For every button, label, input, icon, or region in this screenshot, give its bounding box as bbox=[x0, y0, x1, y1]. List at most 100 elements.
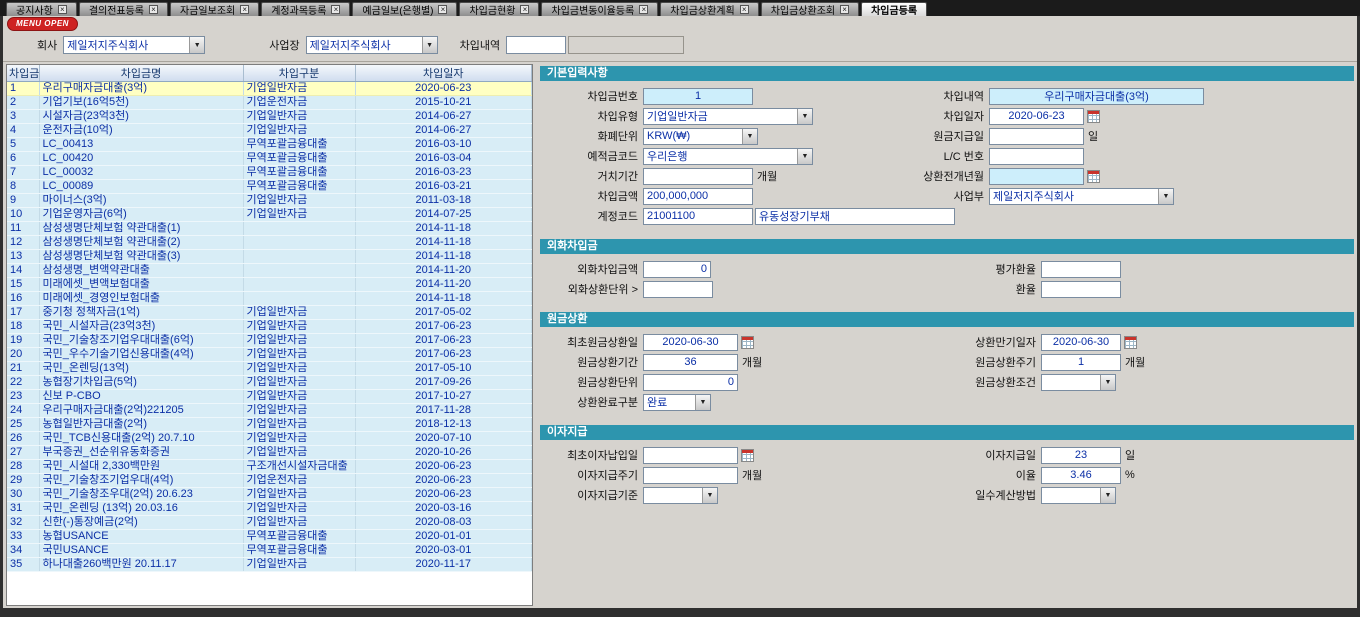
tab-자금일보조회[interactable]: 자금일보조회 × bbox=[170, 2, 259, 16]
loan-desc-code-input[interactable] bbox=[506, 36, 566, 54]
division-select[interactable]: 제일저지주식회사 ▼ bbox=[989, 188, 1174, 205]
table-row[interactable]: 34국민USANCE무역포괄금융대출2020-03-01 bbox=[7, 544, 532, 558]
tab-공지사항[interactable]: 공지사항× bbox=[6, 2, 77, 16]
account-name-field[interactable] bbox=[755, 208, 955, 225]
calendar-icon[interactable] bbox=[741, 336, 754, 349]
table-row[interactable]: 10기업운영자금(6억)기업일반자금2014-07-25 bbox=[7, 208, 532, 222]
currency-select[interactable]: KRW(₩) ▼ bbox=[643, 128, 758, 145]
tab-label: 자금일보조회 bbox=[180, 2, 235, 17]
fx-unit-input[interactable] bbox=[643, 281, 713, 298]
tab-결의전표등록[interactable]: 결의전표등록× bbox=[79, 2, 168, 16]
table-row[interactable]: 28국민_시설대 2,330백만원구조개선시설자금대출2020-06-23 bbox=[7, 460, 532, 474]
table-row[interactable]: 31국민_온렌딩 (13억) 20.03.16기업일반자금2020-03-16 bbox=[7, 502, 532, 516]
tab-close-icon[interactable]: × bbox=[149, 5, 158, 14]
repay-cycle-input[interactable] bbox=[1041, 354, 1121, 371]
table-row[interactable]: 30국민_기술창조우대(2억) 20.6.23기업일반자금2020-06-23 bbox=[7, 488, 532, 502]
repay-period-input[interactable] bbox=[643, 354, 738, 371]
tab-예금일보(은행별)[interactable]: 예금일보(은행별)× bbox=[352, 2, 457, 16]
eval-rate-input[interactable] bbox=[1041, 261, 1121, 278]
table-row[interactable]: 29국민_기술창조기업우대(4억)기업운전자금2020-06-23 bbox=[7, 474, 532, 488]
loan-date-input[interactable] bbox=[989, 108, 1084, 125]
table-row[interactable]: 1우리구매자금대출(3억)기업일반자금2020-06-23 bbox=[7, 82, 532, 96]
interest-basis-select[interactable]: ▼ bbox=[643, 487, 718, 504]
tab-close-icon[interactable]: × bbox=[331, 5, 340, 14]
table-row[interactable]: 25농협일반자금대출(2억)기업일반자금2018-12-13 bbox=[7, 418, 532, 432]
day-calc-method-select[interactable]: ▼ bbox=[1041, 487, 1116, 504]
tab-close-icon[interactable]: × bbox=[240, 5, 249, 14]
table-row[interactable]: 2기업기보(16억5천)기업운전자금2015-10-21 bbox=[7, 96, 532, 110]
tab-차입금현황[interactable]: 차입금현황× bbox=[459, 2, 539, 16]
tab-close-icon[interactable]: × bbox=[639, 5, 648, 14]
interest-rate-input[interactable] bbox=[1041, 467, 1121, 484]
calendar-icon[interactable] bbox=[741, 449, 754, 462]
site-select[interactable]: 제일저지주식회사 ▼ bbox=[306, 36, 438, 54]
table-row[interactable]: 9마이너스(3억)기업일반자금2011-03-18 bbox=[7, 194, 532, 208]
interest-pay-day-input[interactable] bbox=[1041, 447, 1121, 464]
pre-repay-ym-input[interactable] bbox=[989, 168, 1084, 185]
table-row[interactable]: 26국민_TCB신용대출(2억) 20.7.10기업일반자금2020-07-10 bbox=[7, 432, 532, 446]
table-row[interactable]: 24우리구매자금대출(2억)221205기업일반자금2017-11-28 bbox=[7, 404, 532, 418]
table-row[interactable]: 23신보 P-CBO기업일반자금2017-10-27 bbox=[7, 390, 532, 404]
table-row[interactable]: 19국민_기술창조기업우대대출(6억)기업일반자금2017-06-23 bbox=[7, 334, 532, 348]
table-row[interactable]: 15미래에셋_변액보험대출2014-11-20 bbox=[7, 278, 532, 292]
cell-date: 2017-05-02 bbox=[355, 306, 532, 320]
tab-차입금상환계획[interactable]: 차입금상환계획× bbox=[660, 2, 758, 16]
table-row[interactable]: 22농협장기차입금(5억)기업일반자금2017-09-26 bbox=[7, 376, 532, 390]
loan-no-input[interactable] bbox=[643, 88, 753, 105]
first-repay-date-input[interactable] bbox=[643, 334, 738, 351]
repay-condition-select[interactable]: ▼ bbox=[1041, 374, 1116, 391]
table-row[interactable]: 21국민_온렌딩(13억)기업일반자금2017-05-10 bbox=[7, 362, 532, 376]
table-row[interactable]: 35하나대출260백만원 20.11.17기업일반자금2020-11-17 bbox=[7, 558, 532, 572]
lc-no-input[interactable] bbox=[989, 148, 1084, 165]
repay-unit-input[interactable] bbox=[643, 374, 738, 391]
fx-amount-input[interactable] bbox=[643, 261, 711, 278]
loan-type-select[interactable]: 기업일반자금 ▼ bbox=[643, 108, 813, 125]
tab-차입금등록[interactable]: 차입금등록 bbox=[861, 2, 927, 16]
table-row[interactable]: 17중기청 정책자금(1억)기업일반자금2017-05-02 bbox=[7, 306, 532, 320]
loan-amount-input[interactable] bbox=[643, 188, 753, 205]
principal-pay-day-input[interactable] bbox=[989, 128, 1084, 145]
loan-desc-input[interactable] bbox=[989, 88, 1204, 105]
table-row[interactable]: 32신한(-)통장예금(2억)기업일반자금2020-08-03 bbox=[7, 516, 532, 530]
table-row[interactable]: 6LC_00420무역포괄금융대출2016-03-04 bbox=[7, 152, 532, 166]
table-row[interactable]: 5LC_00413무역포괄금융대출2016-03-10 bbox=[7, 138, 532, 152]
grace-period-input[interactable] bbox=[643, 168, 753, 185]
exchange-rate-label: 환율 bbox=[916, 281, 1036, 297]
tab-차입금변동이율등록[interactable]: 차입금변동이율등록× bbox=[541, 2, 658, 16]
maturity-date-input[interactable] bbox=[1041, 334, 1121, 351]
cell-type: 무역포괄금융대출 bbox=[243, 152, 355, 166]
table-row[interactable]: 4운전자금(10억)기업일반자금2014-06-27 bbox=[7, 124, 532, 138]
table-row[interactable]: 14삼성생명_변액약관대출2014-11-20 bbox=[7, 264, 532, 278]
tab-close-icon[interactable]: × bbox=[520, 5, 529, 14]
table-row[interactable]: 16미래에셋_경영인보험대출2014-11-18 bbox=[7, 292, 532, 306]
account-code-label: 계정코드 bbox=[540, 208, 638, 224]
tab-label: 차입금등록 bbox=[871, 2, 917, 17]
tab-close-icon[interactable]: × bbox=[58, 5, 67, 14]
account-code-input[interactable] bbox=[643, 208, 753, 225]
table-row[interactable]: 3시설자금(23억3천)기업일반자금2014-06-27 bbox=[7, 110, 532, 124]
table-row[interactable]: 7LC_00032무역포괄금융대출2016-03-23 bbox=[7, 166, 532, 180]
company-select[interactable]: 제일저지주식회사 ▼ bbox=[63, 36, 205, 54]
deposit-code-select[interactable]: 우리은행 ▼ bbox=[643, 148, 813, 165]
table-row[interactable]: 13삼성생명단체보험 약관대출(3)2014-11-18 bbox=[7, 250, 532, 264]
table-row[interactable]: 18국민_시설자금(23억3천)기업일반자금2017-06-23 bbox=[7, 320, 532, 334]
interest-cycle-input[interactable] bbox=[643, 467, 738, 484]
tab-차입금상환조회[interactable]: 차입금상환조회× bbox=[761, 2, 859, 16]
table-row[interactable]: 12삼성생명단체보험 약관대출(2)2014-11-18 bbox=[7, 236, 532, 250]
exchange-rate-input[interactable] bbox=[1041, 281, 1121, 298]
tab-계정과목등록[interactable]: 계정과목등록× bbox=[261, 2, 350, 16]
calendar-icon[interactable] bbox=[1124, 336, 1137, 349]
table-row[interactable]: 8LC_00089무역포괄금융대출2016-03-21 bbox=[7, 180, 532, 194]
cell-type: 구조개선시설자금대출 bbox=[243, 460, 355, 474]
table-row[interactable]: 27부국증권_선순위유동화증권기업일반자금2020-10-26 bbox=[7, 446, 532, 460]
tab-close-icon[interactable]: × bbox=[840, 5, 849, 14]
table-row[interactable]: 20국민_우수기술기업신용대출(4억)기업일반자금2017-06-23 bbox=[7, 348, 532, 362]
calendar-icon[interactable] bbox=[1087, 110, 1100, 123]
repay-complete-select[interactable]: 완료 ▼ bbox=[643, 394, 711, 411]
table-row[interactable]: 11삼성생명단체보험 약관대출(1)2014-11-18 bbox=[7, 222, 532, 236]
tab-close-icon[interactable]: × bbox=[740, 5, 749, 14]
calendar-icon[interactable] bbox=[1087, 170, 1100, 183]
first-interest-date-input[interactable] bbox=[643, 447, 738, 464]
tab-close-icon[interactable]: × bbox=[438, 5, 447, 14]
table-row[interactable]: 33농협USANCE무역포괄금융대출2020-01-01 bbox=[7, 530, 532, 544]
